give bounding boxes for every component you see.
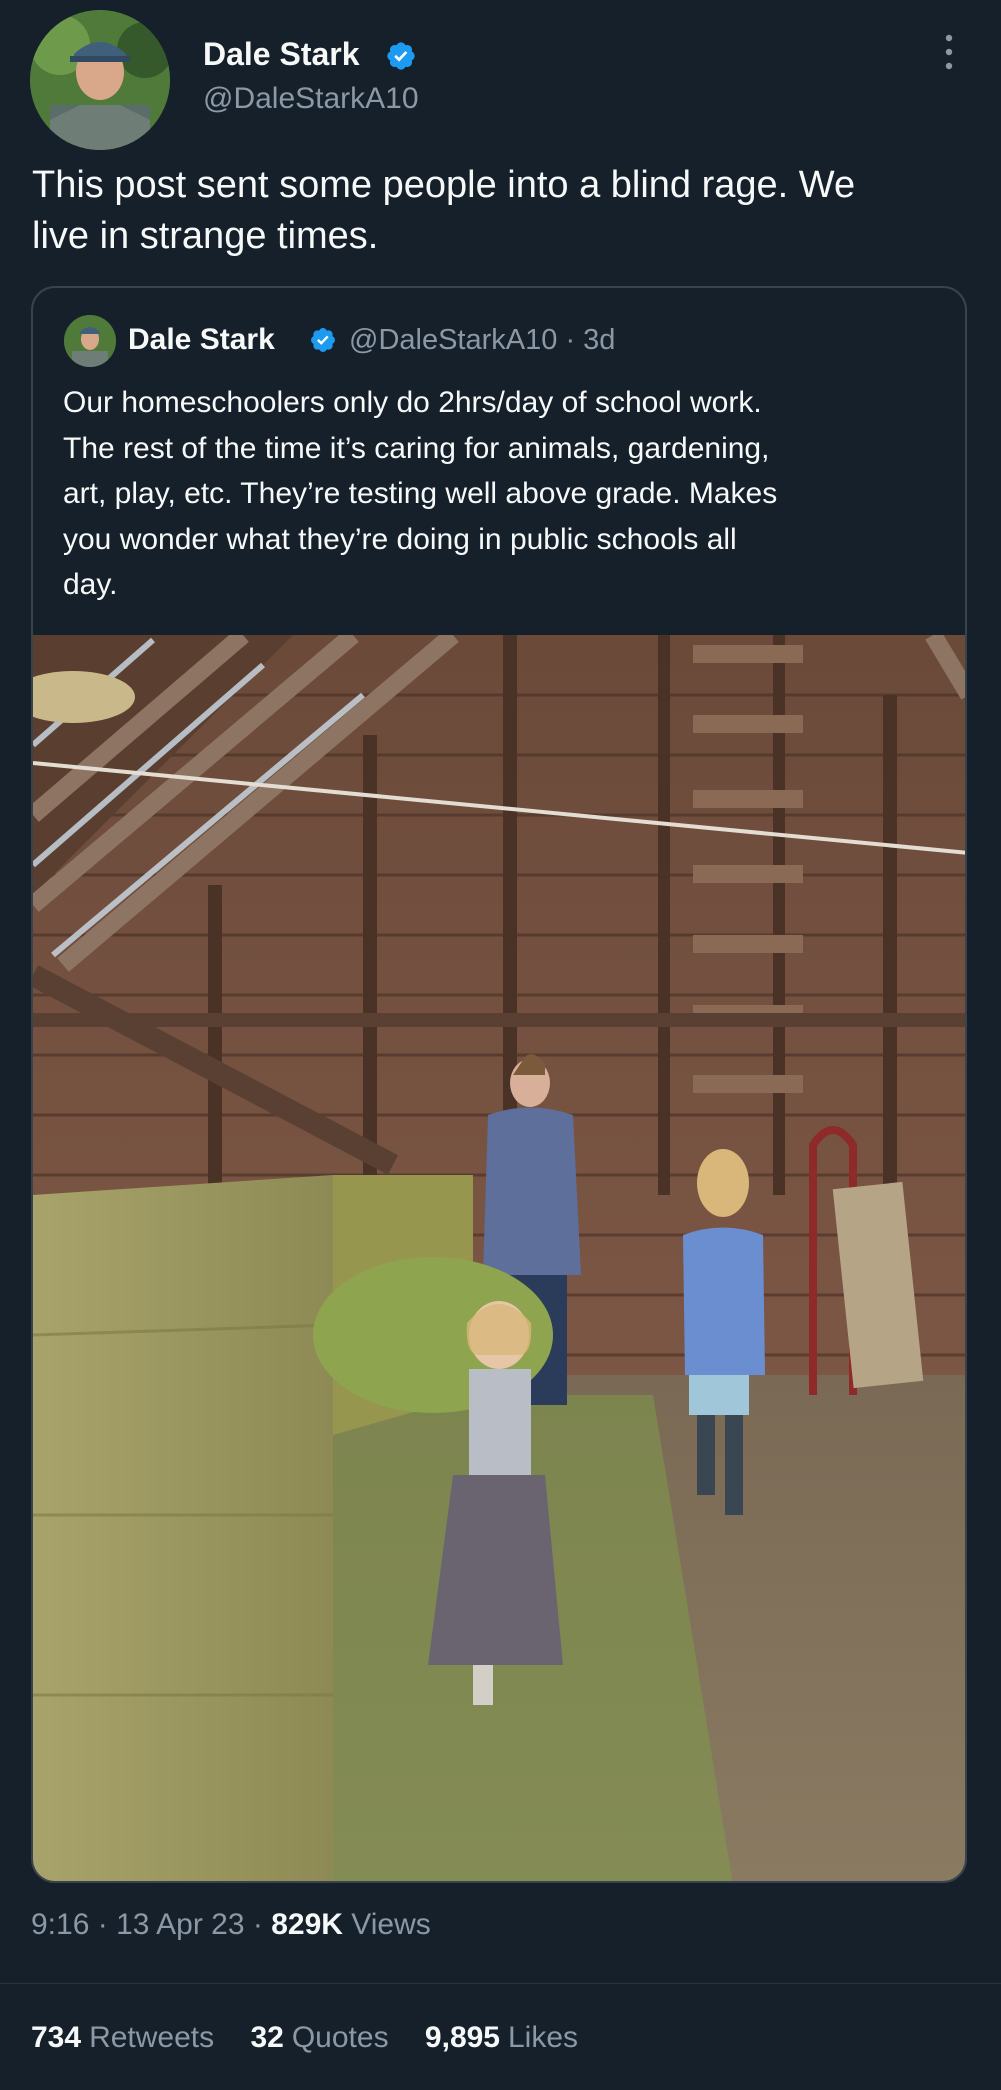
quotes-count: 32 (250, 2021, 284, 2054)
tweet-text-line: This post sent some people into a blind … (32, 164, 856, 206)
author-handle[interactable]: @DaleStarkA10 (203, 82, 419, 116)
quoted-author-avatar (64, 315, 116, 367)
quotes-stat[interactable]: 32 Quotes (250, 2021, 388, 2055)
likes-count: 9,895 (424, 2021, 500, 2054)
tweet-text: This post sent some people into a blind … (32, 160, 982, 262)
author-name[interactable]: Dale Stark (203, 36, 360, 73)
author-avatar[interactable] (30, 10, 170, 150)
engagement-stats: 734 Retweets 32 Quotes 9,895 Likes (31, 2021, 606, 2055)
quoted-author-meta: @DaleStarkA10 · 3d (349, 324, 615, 357)
quoted-text-line: day. (63, 568, 118, 601)
verified-badge-icon (311, 328, 335, 352)
quoted-text-line: art, play, etc. They’re testing well abo… (63, 477, 778, 510)
quoted-text-line: Our homeschoolers only do 2hrs/day of sc… (63, 386, 762, 419)
meta-separator: · (252, 1908, 263, 1941)
likes-stat[interactable]: 9,895 Likes (425, 2021, 578, 2055)
quoted-text-line: The rest of the time it’s caring for ani… (63, 431, 770, 465)
views-count: 829K (271, 1908, 343, 1941)
retweets-label: Retweets (89, 2021, 215, 2054)
quoted-tweet-age: · 3d (565, 324, 616, 356)
more-vertical-icon[interactable] (936, 30, 962, 74)
tweet-meta: 9:16 · 13 Apr 23 · 829K Views (31, 1908, 431, 1942)
retweets-count: 734 (31, 2021, 82, 2054)
quoted-text-line: you wonder what they’re doing in public … (63, 522, 737, 556)
quoted-tweet-text: Our homeschoolers only do 2hrs/day of sc… (63, 380, 943, 608)
quoted-author-handle: @DaleStarkA10 (349, 324, 558, 356)
meta-separator: · (97, 1908, 108, 1941)
tweet-date[interactable]: 13 Apr 23 (116, 1908, 244, 1941)
divider (0, 1983, 1001, 1984)
quoted-author-name: Dale Stark (128, 323, 275, 356)
tweet-text-line: live in strange times. (32, 215, 379, 257)
tweet-time[interactable]: 9:16 (31, 1908, 89, 1941)
quotes-label: Quotes (291, 2021, 389, 2054)
quoted-tweet-photo[interactable] (33, 635, 965, 1881)
quoted-tweet-card[interactable]: Dale Stark @DaleStarkA10 · 3d Our homesc… (31, 286, 967, 1883)
retweets-stat[interactable]: 734 Retweets (31, 2021, 214, 2055)
views-label: Views (351, 1908, 431, 1941)
verified-badge-icon (387, 42, 415, 70)
likes-label: Likes (508, 2021, 579, 2054)
